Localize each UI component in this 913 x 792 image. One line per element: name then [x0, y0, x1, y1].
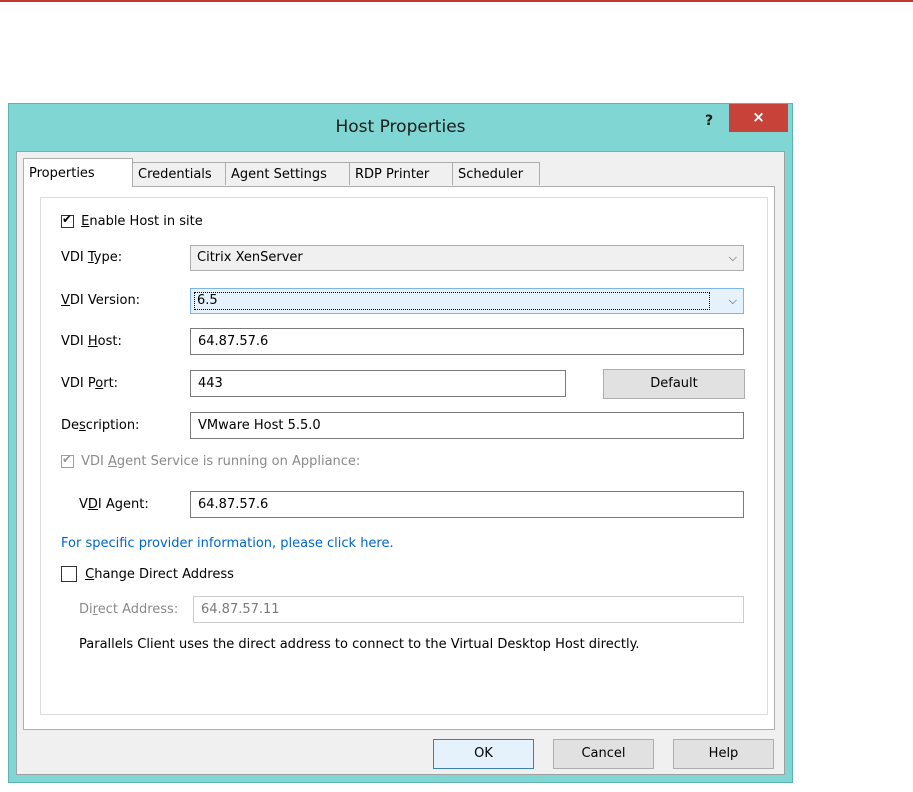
- vdi-type-select[interactable]: Citrix XenServer ⌵: [190, 245, 744, 271]
- direct-address-note: Parallels Client uses the direct address…: [79, 637, 640, 652]
- vdi-port-label: VDI Port:: [61, 376, 119, 391]
- host-properties-dialog: Host Properties ? × Properties Credentia…: [8, 103, 793, 783]
- title-bar[interactable]: Host Properties ? ×: [9, 104, 792, 152]
- cancel-button[interactable]: Cancel: [553, 739, 654, 769]
- direct-address-label: Direct Address:: [79, 602, 179, 617]
- description-label: Description:: [61, 418, 140, 433]
- vdi-host-label: VDI Host:: [61, 334, 122, 349]
- tab-scheduler[interactable]: Scheduler: [452, 162, 540, 185]
- window-title: Host Properties: [335, 117, 466, 137]
- direct-address-input: 64.87.57.11: [193, 596, 744, 623]
- chevron-down-icon: ⌵: [728, 251, 737, 264]
- default-port-button[interactable]: Default: [603, 369, 745, 399]
- vdi-agent-input[interactable]: 64.87.57.6: [190, 491, 744, 518]
- change-direct-checkbox[interactable]: [61, 566, 77, 582]
- ok-button[interactable]: OK: [433, 739, 534, 769]
- help-question-icon[interactable]: ?: [696, 111, 722, 131]
- vdi-port-input[interactable]: 443: [190, 370, 566, 397]
- tab-credentials[interactable]: Credentials: [132, 162, 226, 185]
- agent-service-checkbox: [61, 452, 74, 468]
- tab-agent-settings[interactable]: Agent Settings: [225, 162, 350, 185]
- vdi-version-label: VDI Version:: [61, 293, 141, 308]
- help-button[interactable]: Help: [673, 739, 774, 769]
- top-accent-rule: [0, 0, 913, 2]
- vdi-agent-label: VDI Agent:: [79, 497, 149, 512]
- enable-host-label: Enable Host in site: [81, 214, 203, 229]
- agent-service-label: VDI Agent Service is running on Applianc…: [81, 454, 361, 469]
- close-icon[interactable]: ×: [729, 104, 788, 132]
- tab-rdp-printer[interactable]: RDP Printer: [349, 162, 453, 185]
- provider-info-link[interactable]: For specific provider information, pleas…: [61, 536, 394, 551]
- vdi-host-input[interactable]: 64.87.57.6: [190, 328, 744, 355]
- vdi-type-value: Citrix XenServer: [197, 250, 303, 265]
- tab-properties[interactable]: Properties: [23, 158, 133, 187]
- vdi-version-select[interactable]: 6.5 ⌵: [190, 288, 744, 314]
- enable-host-row: Enable Host in site: [61, 212, 203, 229]
- agent-service-row: VDI Agent Service is running on Applianc…: [61, 452, 361, 469]
- properties-group: Enable Host in site VDI Type: Citrix Xen…: [40, 197, 768, 715]
- change-direct-label: Change Direct Address: [85, 566, 234, 582]
- properties-tab-panel: Enable Host in site VDI Type: Citrix Xen…: [23, 186, 775, 730]
- vdi-type-label: VDI Type:: [61, 250, 123, 265]
- dialog-client-area: Properties Credentials Agent Settings RD…: [16, 151, 785, 775]
- change-direct-row: Change Direct Address: [61, 566, 234, 582]
- vdi-version-value: 6.5: [194, 292, 710, 310]
- chevron-down-icon: ⌵: [728, 294, 737, 307]
- description-input[interactable]: VMware Host 5.5.0: [190, 412, 744, 439]
- enable-host-checkbox[interactable]: [61, 212, 74, 228]
